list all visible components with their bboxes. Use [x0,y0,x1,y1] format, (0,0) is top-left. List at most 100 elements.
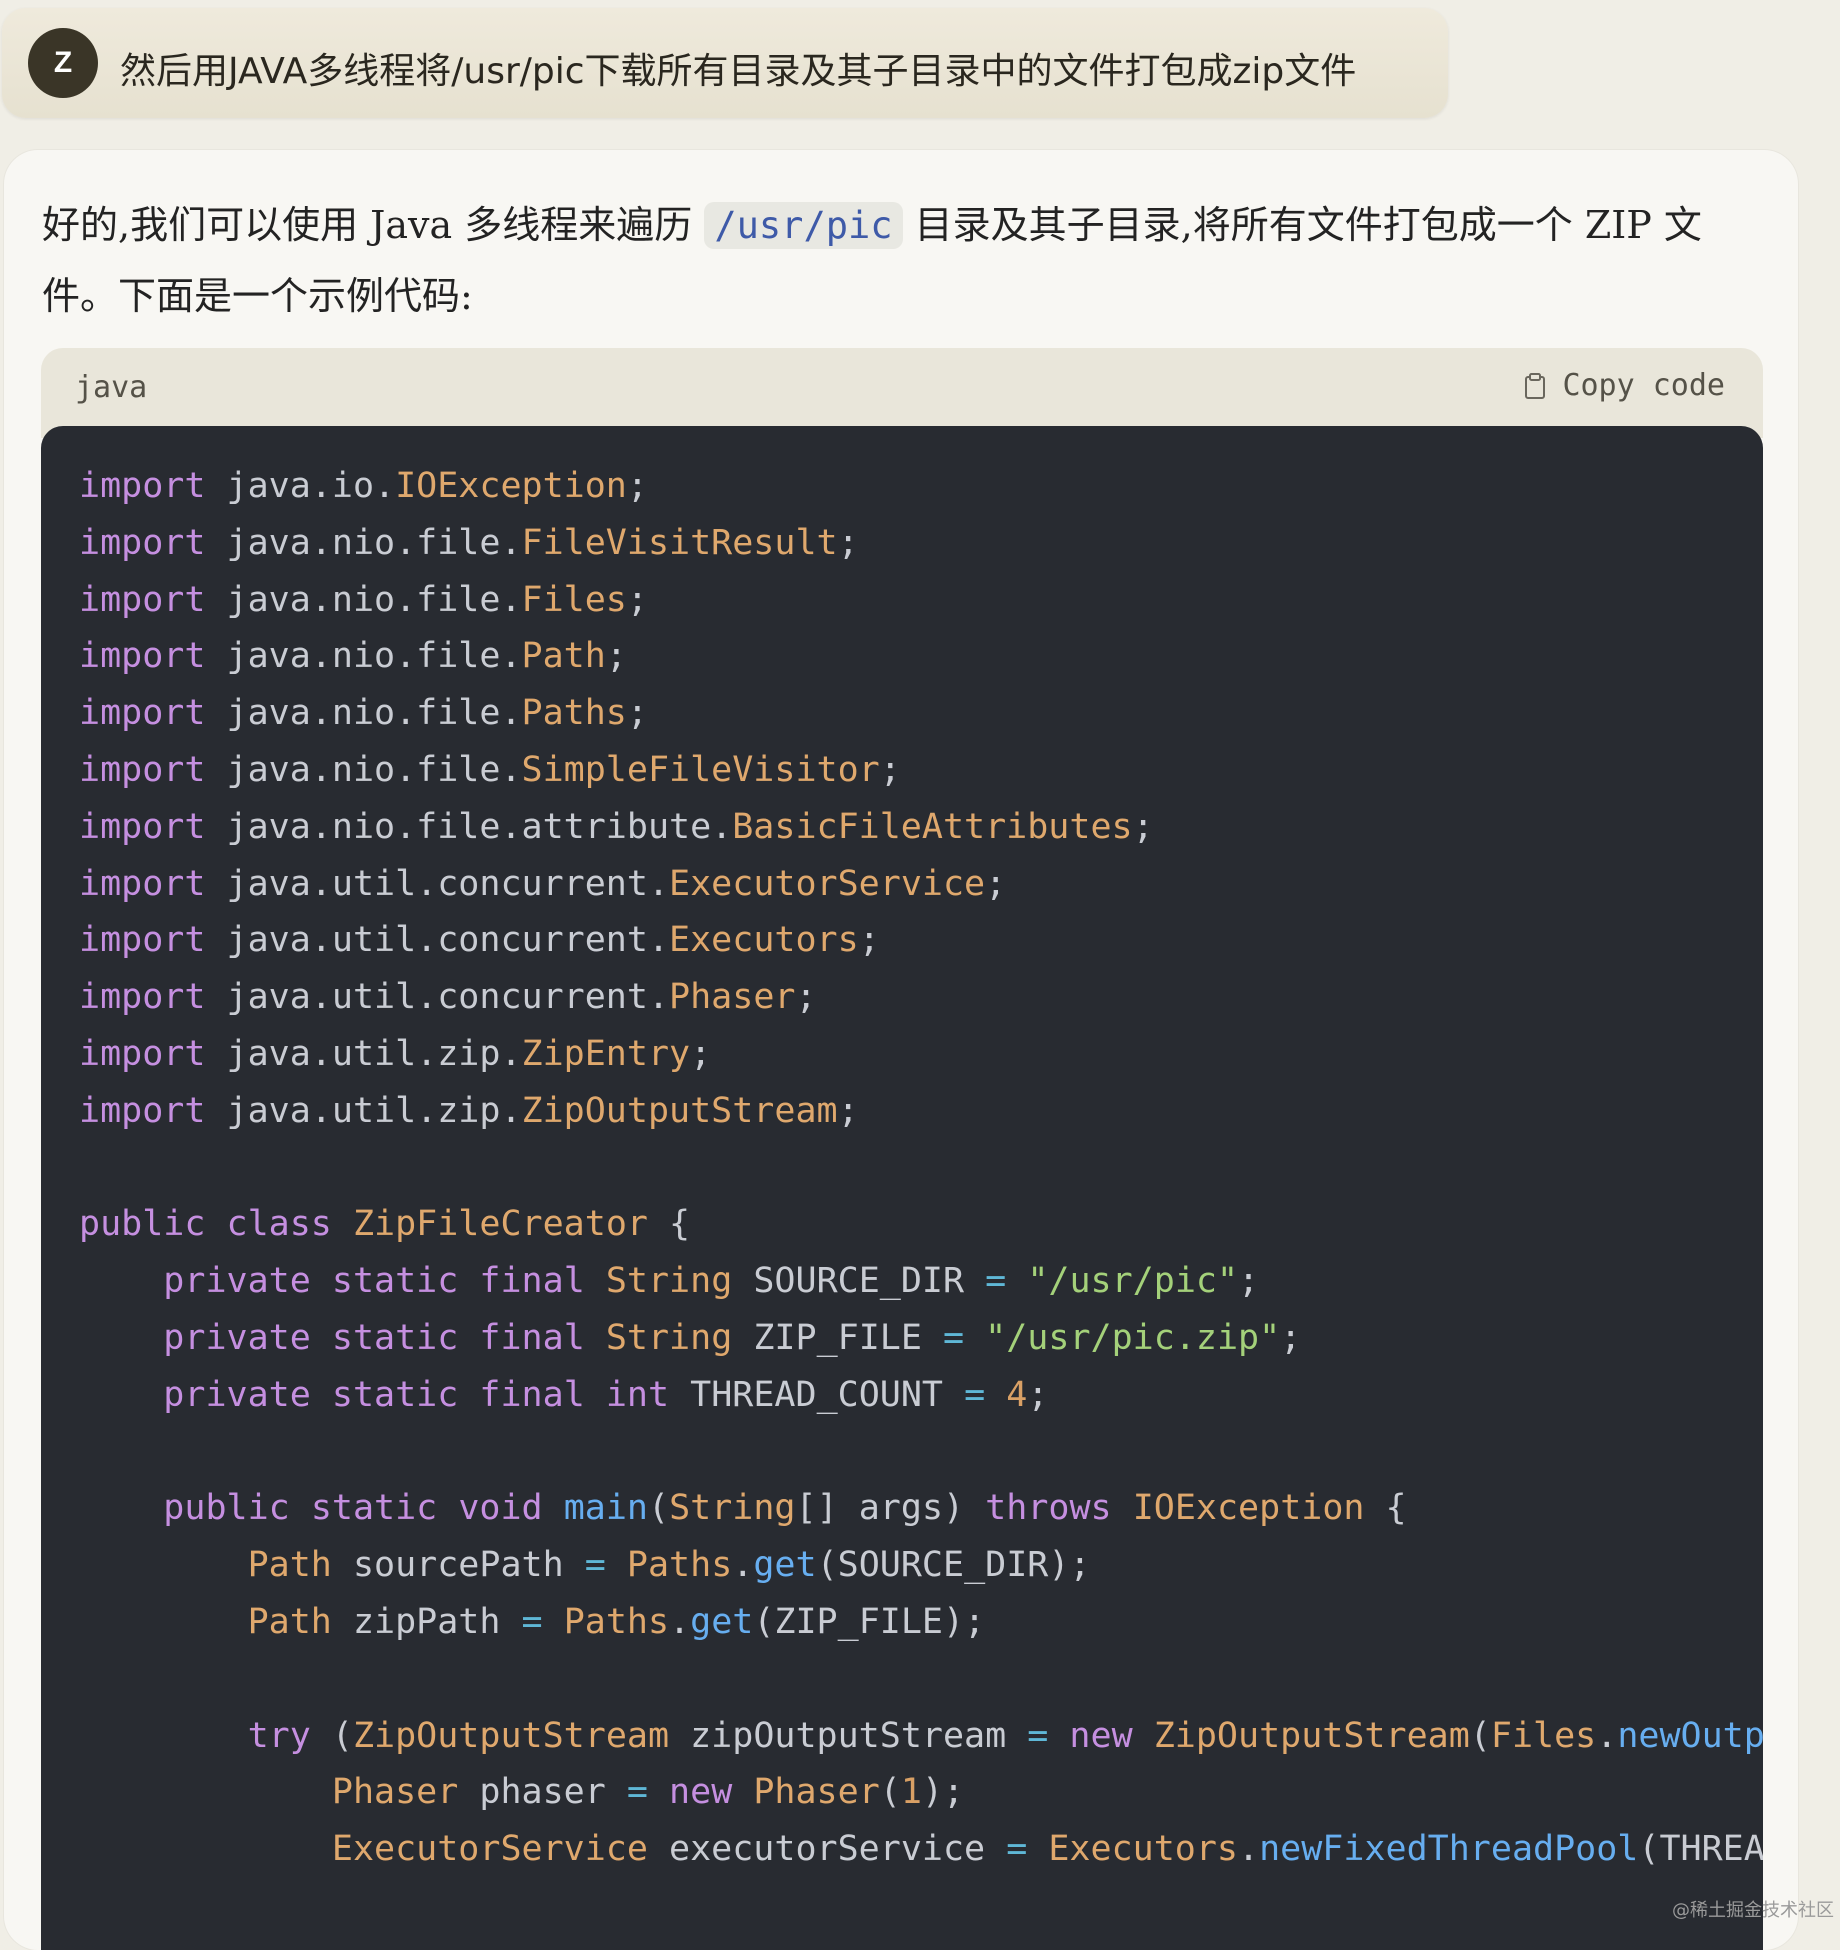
code-token: Executors [669,920,859,961]
code-token: = [943,1317,965,1358]
code-token: java.util.zip. [205,1090,522,1131]
code-line: Path sourcePath = Paths.get(SOURCE_DIR); [79,1537,1763,1594]
intro-text-before: 好的,我们可以使用 Java 多线程来遍历 [42,203,693,247]
code-token: . [732,1545,754,1586]
code-token: ; [1132,806,1154,847]
code-token: java.io. [205,466,396,506]
code-token: . [1238,1829,1260,1870]
code-token: java.util.concurrent. [205,977,670,1018]
code-token: Path [247,1601,332,1642]
code-token: java.util.concurrent. [205,920,670,961]
code-block-body[interactable]: import java.io.IOException; import java.n… [41,426,1763,1950]
code-token: import [79,579,206,620]
code-token: static [331,1261,459,1302]
code-token: static [331,1374,459,1415]
assistant-intro: 好的,我们可以使用 Java 多线程来遍历 /usr/pic 目录及其子目录,将… [42,190,1762,331]
code-token: newOutputStream [1617,1715,1763,1756]
code-language-label: java [75,370,148,405]
code-token: java.util.zip. [205,1033,522,1074]
code-token: import [79,977,206,1018]
code-token: java.nio.file. [205,579,522,620]
code-token: class [226,1204,332,1245]
code-token: = [1027,1715,1049,1756]
code-token: ZipOutputStream [1153,1715,1470,1756]
code-token: static [331,1317,459,1358]
watermark: @稀土掘金技术社区 [1672,1900,1834,1921]
code-token: Paths [563,1601,670,1642]
code-token: = [985,1261,1007,1302]
copy-code-button[interactable]: Copy code [1524,368,1725,403]
code-token: java.util.concurrent. [205,863,670,904]
code-line: import java.util.zip.ZipEntry; [79,1026,1763,1083]
code-token: (SOURCE_DIR); [816,1545,1091,1586]
code-token: import [79,636,206,677]
code-token: ; [626,466,648,506]
assistant-response: 好的,我们可以使用 Java 多线程来遍历 /usr/pic 目录及其子目录,将… [4,150,1798,1950]
code-token: { [647,1204,691,1245]
code-token: final [479,1374,585,1415]
code-token: (ZIP_FILE); [753,1601,986,1642]
code-token: executorService [647,1829,1007,1870]
code-line: Phaser phaser = new Phaser(1); [79,1764,1763,1821]
user-message: Z 然后用JAVA多线程将/usr/pic下载所有目录及其子目录中的文件打包成z… [2,8,1448,118]
code-token: import [79,749,206,790]
code-token: Phaser [331,1772,459,1813]
code-token: get [690,1601,754,1642]
code-token: new [669,1772,733,1813]
code-token: ExecutorService [669,863,986,904]
code-line: import java.nio.file.SimpleFileVisitor; [79,742,1763,799]
code-token: ZIP_FILE [732,1317,943,1358]
code-token: Files [521,579,627,620]
user-avatar[interactable]: Z [28,28,98,98]
code-token: Paths [626,1545,733,1586]
code-token: import [79,1090,206,1131]
code-line: public static void main(String[] args) t… [79,1480,1763,1537]
code-token: main [563,1488,648,1529]
code-token: Executors [1048,1829,1238,1870]
code-token: sourcePath [331,1545,585,1586]
code-line: import java.nio.file.attribute.BasicFile… [79,799,1763,856]
code-token: IOException [1132,1488,1365,1529]
user-message-text: 然后用JAVA多线程将/usr/pic下载所有目录及其子目录中的文件打包成zip… [120,51,1357,92]
code-token: = [626,1772,648,1813]
code-token: ZipOutputStream [521,1090,838,1131]
code-line: import java.util.concurrent.Phaser; [79,969,1763,1026]
code-token: import [79,806,206,847]
code-token: 4 [1006,1374,1028,1415]
code-token: java.nio.file. [205,693,522,734]
code-line: ExecutorService executorService = Execut… [79,1821,1763,1878]
code-token: java.nio.file.attribute. [205,806,733,847]
code-block-header: java Copy code [41,348,1763,438]
code-line: private static final String ZIP_FILE = "… [79,1310,1763,1367]
code-token: import [79,693,206,734]
code-token: = [521,1601,543,1642]
code-token: BasicFileAttributes [732,806,1133,847]
code-token: String [605,1317,733,1358]
code-token: ( [1469,1715,1491,1756]
code-token: import [79,466,206,506]
code-token: ( [310,1715,353,1756]
code-token: 1 [900,1772,922,1813]
code-token: ( [879,1772,901,1813]
code-token: "/usr/pic" [1027,1261,1239,1302]
